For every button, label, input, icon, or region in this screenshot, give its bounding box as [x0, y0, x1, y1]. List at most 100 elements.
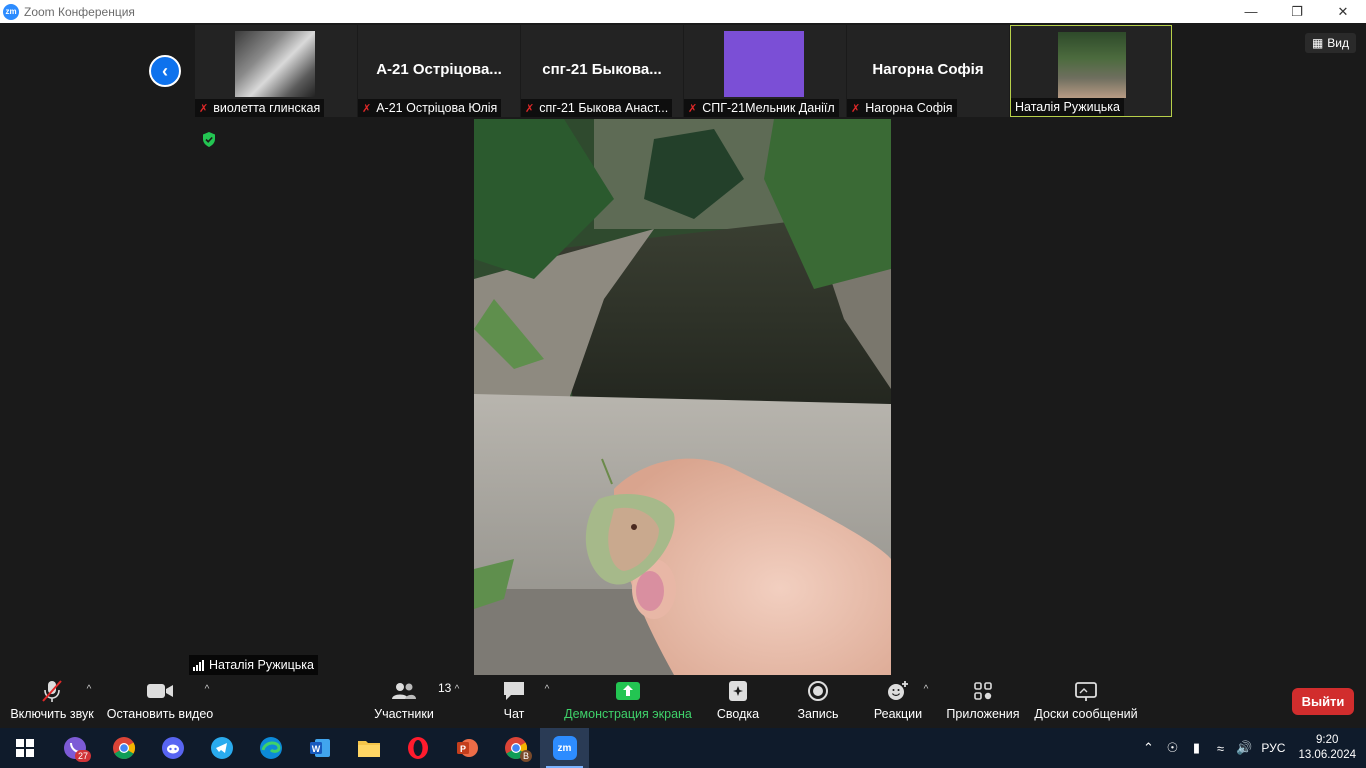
volume-icon[interactable]: 🔊	[1232, 740, 1256, 756]
muted-microphone-icon	[42, 680, 62, 702]
zoom-app-icon[interactable]: zm	[540, 728, 589, 768]
viber-app-icon[interactable]: 27	[50, 728, 99, 768]
video-options-chevron-icon[interactable]: ^	[202, 675, 212, 728]
wifi-icon[interactable]: ≈	[1208, 741, 1232, 756]
svg-text:W: W	[311, 744, 320, 754]
windows-taskbar: 27 W P В zm ⌃ ☉ ▮ ≈ 🔊 РУС 9:20 13.06.202…	[0, 728, 1366, 768]
muted-mic-icon: ✗	[362, 102, 372, 115]
chat-bubble-icon	[504, 682, 524, 700]
participant-name: спг-21 Быкова Анаст...	[539, 101, 669, 115]
word-app-icon[interactable]: W	[295, 728, 344, 768]
participant-thumbnail[interactable]: Нагорна Софія ✗ Нагорна Софія	[847, 25, 1009, 117]
participant-thumbnail[interactable]: спг-21 Быкова... ✗ спг-21 Быкова Анаст...	[521, 25, 683, 117]
zoom-taskbar-label: zm	[557, 742, 572, 754]
whiteboard-icon	[1075, 682, 1097, 701]
participant-name: А-21 Остріцова Юлія	[376, 101, 498, 115]
discord-app-icon[interactable]	[148, 728, 197, 768]
apps-label: Приложения	[946, 707, 1020, 721]
main-speaker-video	[474, 119, 891, 675]
whiteboards-button[interactable]: Доски сообщений	[1033, 675, 1139, 728]
chat-label: Чат	[503, 707, 525, 721]
participant-video	[1058, 32, 1126, 98]
participant-name: Наталія Ружицька	[1015, 100, 1120, 114]
summary-sparkle-icon	[729, 681, 747, 701]
powerpoint-app-icon[interactable]: P	[442, 728, 491, 768]
stop-video-label: Остановить видео	[106, 707, 214, 721]
muted-mic-icon: ✗	[688, 102, 698, 115]
participants-icon	[392, 683, 416, 699]
record-button[interactable]: Запись	[796, 675, 840, 728]
share-screen-label: Демонстрация экрана	[564, 707, 692, 721]
system-clock[interactable]: 9:20 13.06.2024	[1290, 733, 1366, 763]
participant-name: виолетта глинская	[213, 101, 321, 115]
reactions-label: Реакции	[873, 707, 923, 721]
participant-big-name: спг-21 Быкова...	[542, 61, 662, 78]
chat-options-chevron-icon[interactable]: ^	[542, 675, 552, 728]
participant-thumbnail[interactable]: А-21 Остріцова... ✗ А-21 Остріцова Юлія	[358, 25, 520, 117]
speaker-name-tag: Наталія Ружицька	[189, 655, 318, 675]
meeting-stage: ‹ ✗ виолетта глинская А-21 Остріцова... ✗…	[0, 23, 1366, 675]
participant-big-name: А-21 Остріцова...	[376, 61, 502, 78]
windows-start-icon[interactable]	[0, 728, 49, 768]
participant-thumbnail[interactable]: ✗ виолетта глинская	[195, 25, 357, 117]
clock-date: 13.06.2024	[1298, 749, 1356, 761]
grid-icon: ▦	[1311, 36, 1324, 50]
chrome-profile-app-icon[interactable]: В	[491, 728, 540, 768]
participant-thumbnail[interactable]: ✗ СПГ-21Мельник Даніїл	[684, 25, 846, 117]
participant-video	[724, 31, 804, 97]
apps-icon	[974, 682, 992, 700]
emoji-reaction-icon	[888, 681, 908, 700]
battery-icon[interactable]: ▮	[1184, 740, 1208, 756]
reactions-options-chevron-icon[interactable]: ^	[921, 675, 931, 728]
record-label: Запись	[797, 707, 839, 721]
stop-video-button[interactable]: Остановить видео	[107, 675, 213, 728]
zoom-logo-icon: zm	[3, 3, 19, 20]
input-language[interactable]: РУС	[1256, 741, 1290, 755]
participants-button[interactable]: 13 Участники	[372, 675, 451, 728]
meeting-toolbar: Включить звук ^ Остановить видео ^ 13 Уч…	[0, 675, 1366, 728]
view-button[interactable]: ▦ Вид	[1304, 33, 1356, 53]
speaker-name: Наталія Ружицька	[209, 658, 314, 672]
chrome-profile-badge: В	[519, 750, 532, 762]
participants-options-chevron-icon[interactable]: ^	[452, 675, 462, 728]
system-tray: ⌃ ☉ ▮ ≈ 🔊 РУС 9:20 13.06.2024	[1136, 728, 1366, 768]
share-screen-button[interactable]: Демонстрация экрана	[564, 675, 692, 728]
meet-now-icon[interactable]: ☉	[1160, 740, 1184, 756]
chat-button[interactable]: Чат	[498, 675, 530, 728]
close-button[interactable]: ✕	[1320, 0, 1366, 23]
chrome-app-icon[interactable]	[99, 728, 148, 768]
clock-time: 9:20	[1316, 734, 1339, 746]
participant-name: СПГ-21Мельник Даніїл	[702, 101, 835, 115]
muted-mic-icon: ✗	[525, 102, 535, 115]
share-screen-icon	[616, 682, 640, 700]
file-explorer-icon[interactable]	[344, 728, 393, 768]
audio-options-chevron-icon[interactable]: ^	[84, 675, 94, 728]
signal-bars-icon	[193, 659, 204, 671]
svg-text:P: P	[459, 744, 465, 754]
summary-button[interactable]: Сводка	[715, 675, 761, 728]
muted-mic-icon: ✗	[851, 102, 861, 115]
participant-thumbnail-active[interactable]: Наталія Ружицька	[1010, 25, 1172, 117]
record-icon	[808, 681, 828, 701]
reactions-button[interactable]: Реакции	[873, 675, 923, 728]
encryption-shield-icon[interactable]	[202, 132, 216, 147]
view-label: Вид	[1327, 36, 1349, 50]
participants-count: 13	[438, 681, 452, 695]
participant-video	[235, 31, 315, 97]
whiteboards-label: Доски сообщений	[1034, 707, 1138, 721]
participant-name: Нагорна Софія	[865, 101, 953, 115]
video-camera-icon	[147, 684, 173, 698]
restore-button[interactable]: ❐	[1274, 0, 1320, 23]
back-arrow-icon[interactable]: ‹	[149, 55, 181, 87]
apps-button[interactable]: Приложения	[945, 675, 1021, 728]
chevron-up-icon[interactable]: ⌃	[1136, 740, 1160, 756]
viber-notification-badge: 27	[74, 750, 91, 762]
edge-app-icon[interactable]	[246, 728, 295, 768]
leave-button[interactable]: Выйти	[1292, 688, 1354, 715]
opera-app-icon[interactable]	[393, 728, 442, 768]
summary-label: Сводка	[716, 707, 760, 721]
telegram-app-icon[interactable]	[197, 728, 246, 768]
unmute-button[interactable]: Включить звук	[8, 675, 96, 728]
minimize-button[interactable]: —	[1228, 0, 1274, 23]
unmute-label: Включить звук	[10, 707, 94, 721]
